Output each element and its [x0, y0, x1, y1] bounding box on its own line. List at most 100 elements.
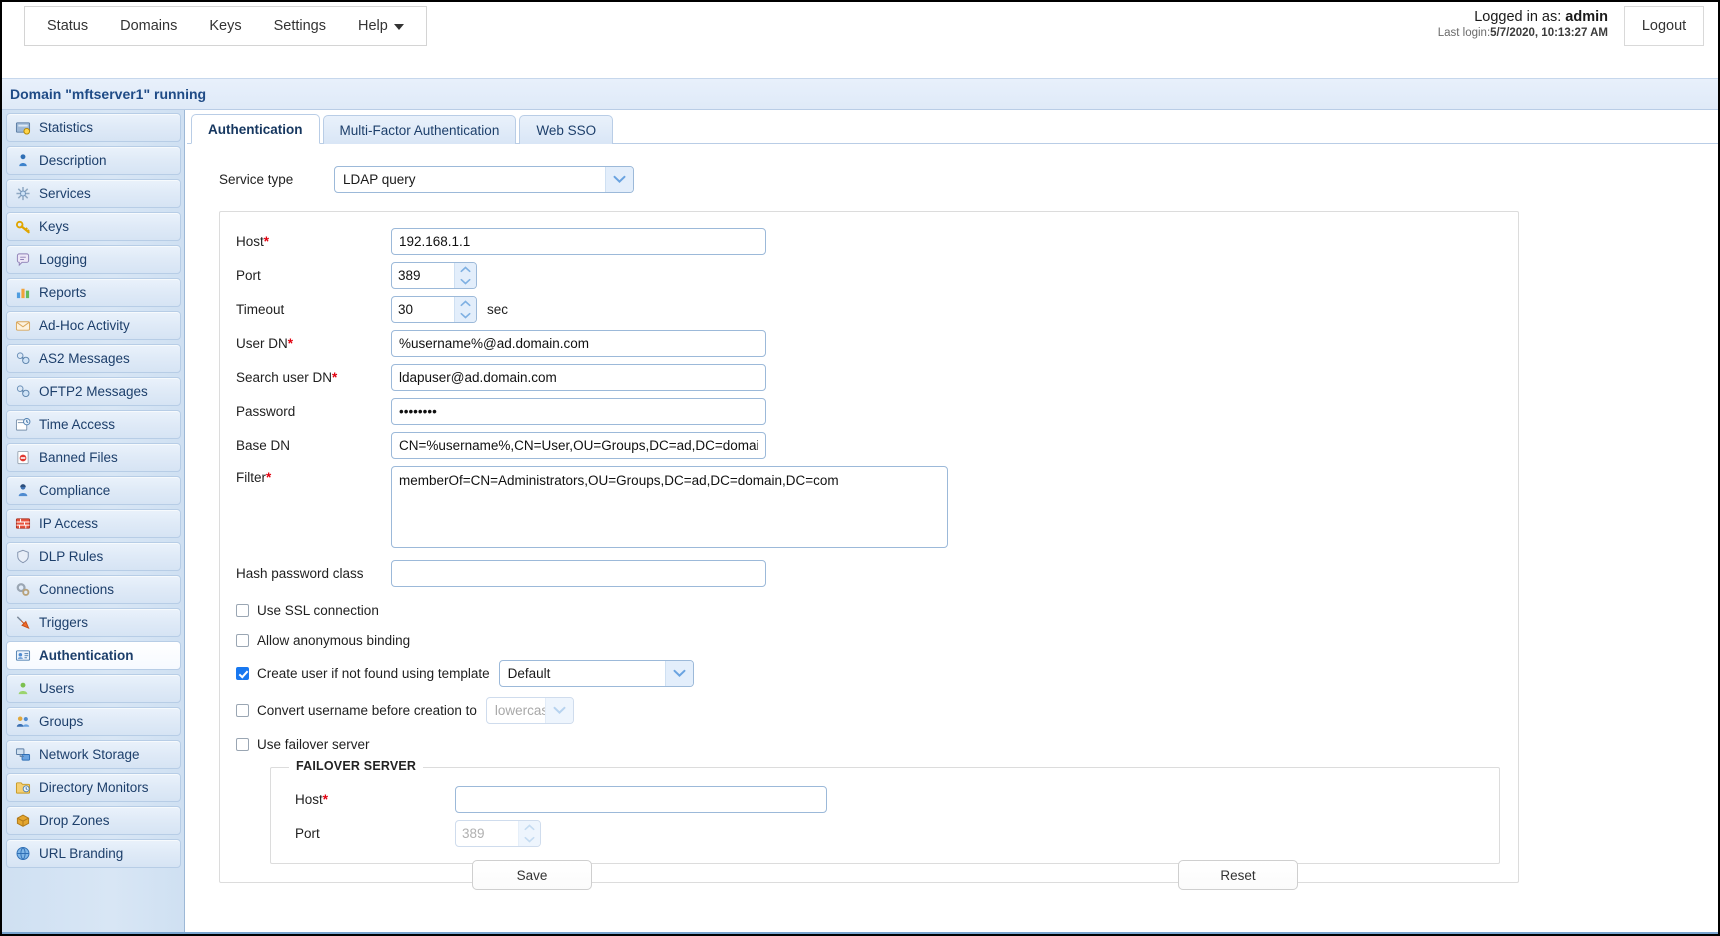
use-failover-checkbox[interactable]: [236, 737, 249, 751]
sidebar-item-keys[interactable]: Keys: [6, 212, 181, 241]
failover-port-label: Port: [295, 826, 320, 841]
sidebar-item-users[interactable]: Users: [6, 674, 181, 703]
tab-authentication[interactable]: Authentication: [191, 114, 320, 144]
stepper-up-icon[interactable]: [455, 297, 476, 310]
sidebar-item-label: Description: [39, 153, 107, 168]
top-bar: Status Domains Keys Settings Help Logged in …: [2, 2, 1718, 78]
logout-button[interactable]: Logout: [1624, 6, 1704, 46]
host-label: Host*: [236, 234, 391, 249]
sidebar-item-groups[interactable]: Groups: [6, 707, 181, 736]
main-menu-bar: Status Domains Keys Settings Help: [24, 6, 427, 46]
stepper-down-icon[interactable]: [455, 310, 476, 323]
use-failover-label: Use failover server: [257, 736, 370, 752]
stepper-down-icon[interactable]: [519, 834, 540, 847]
sidebar-item-ad-hoc-activity[interactable]: Ad-Hoc Activity: [6, 311, 181, 340]
base-dn-input[interactable]: [391, 432, 766, 459]
sidebar-item-label: Reports: [39, 285, 87, 300]
create-user-template-select[interactable]: Default: [498, 660, 694, 687]
sidebar-item-reports[interactable]: Reports: [6, 278, 181, 307]
required-marker: *: [263, 234, 270, 249]
tab-multi-factor-authentication[interactable]: Multi-Factor Authentication: [322, 115, 517, 144]
stepper-up-icon[interactable]: [519, 821, 540, 834]
filter-row: Filter* memberOf=CN=Administrators,OU=Gr…: [220, 466, 1518, 548]
password-input[interactable]: [391, 398, 766, 425]
menu-item-domains[interactable]: Domains: [104, 12, 193, 40]
failover-host-input[interactable]: [455, 786, 827, 813]
filter-textarea[interactable]: memberOf=CN=Administrators,OU=Groups,DC=…: [391, 466, 948, 548]
required-marker: *: [322, 792, 329, 807]
sidebar-item-drop-zones[interactable]: Drop Zones: [6, 806, 181, 835]
required-marker: *: [287, 336, 294, 351]
sidebar-item-ip-access[interactable]: IP Access: [6, 509, 181, 538]
failover-port-row: Port: [271, 820, 1499, 847]
failover-port-stepper-buttons[interactable]: [518, 821, 540, 846]
convert-username-case-select[interactable]: lowercase: [485, 697, 574, 724]
sidebar-item-connections[interactable]: Connections: [6, 575, 181, 604]
sidebar-item-network-storage[interactable]: Network Storage: [6, 740, 181, 769]
sidebar-item-compliance[interactable]: Compliance: [6, 476, 181, 505]
sidebar-item-statistics[interactable]: Statistics: [6, 113, 181, 142]
as2-messages-icon: [15, 351, 32, 366]
tab-web-sso[interactable]: Web SSO: [519, 115, 614, 144]
sidebar-item-url-branding[interactable]: URL Branding: [6, 839, 181, 868]
host-input[interactable]: [391, 228, 766, 255]
user-dn-input[interactable]: [391, 330, 766, 357]
sidebar-item-description[interactable]: Description: [6, 146, 181, 175]
menu-item-help[interactable]: Help: [342, 12, 420, 40]
port-input[interactable]: [392, 263, 454, 288]
host-label-text: Host: [236, 234, 264, 249]
use-ssl-label: Use SSL connection: [257, 602, 379, 618]
convert-username-row: Convert username before creation to lowe…: [220, 696, 1518, 725]
sidebar-item-banned-files[interactable]: Banned Files: [6, 443, 181, 472]
sidebar-item-label: Compliance: [39, 483, 111, 498]
sidebar-item-label: DLP Rules: [39, 549, 104, 564]
menu-item-status[interactable]: Status: [31, 12, 104, 40]
reset-button[interactable]: Reset: [1178, 860, 1298, 890]
stepper-up-icon[interactable]: [455, 263, 476, 276]
sidebar-item-label: Groups: [39, 714, 84, 729]
sidebar-item-triggers[interactable]: Triggers: [6, 608, 181, 637]
search-user-dn-input[interactable]: [391, 364, 766, 391]
save-button[interactable]: Save: [472, 860, 592, 890]
failover-host-label-text: Host: [295, 792, 323, 807]
ldap-settings-box: Host* Port T: [219, 211, 1519, 890]
convert-username-checkbox[interactable]: [236, 704, 249, 717]
use-failover-row: Use failover server: [220, 733, 1518, 755]
sidebar-item-label: Ad-Hoc Activity: [39, 318, 130, 333]
menu-item-keys[interactable]: Keys: [193, 12, 257, 40]
sidebar-item-label: Users: [39, 681, 75, 696]
timeout-stepper-buttons[interactable]: [454, 297, 476, 322]
hash-password-class-input[interactable]: [391, 560, 766, 587]
failover-port-stepper[interactable]: [455, 820, 541, 847]
sidebar-item-authentication[interactable]: Authentication: [6, 641, 181, 670]
triggers-icon: [15, 615, 32, 630]
create-user-checkbox[interactable]: [236, 667, 249, 680]
hash-password-class-label: Hash password class: [236, 566, 364, 581]
stepper-down-icon[interactable]: [455, 276, 476, 289]
service-type-select[interactable]: LDAP query: [334, 166, 634, 193]
sidebar-item-oftp2-messages[interactable]: OFTP2 Messages: [6, 377, 181, 406]
sidebar-item-logging[interactable]: Logging: [6, 245, 181, 274]
port-stepper-buttons[interactable]: [454, 263, 476, 288]
sidebar-item-directory-monitors[interactable]: Directory Monitors: [6, 773, 181, 802]
port-stepper[interactable]: [391, 262, 477, 289]
timeout-input[interactable]: [392, 297, 454, 322]
search-user-dn-row: Search user DN*: [220, 364, 1518, 391]
user-dn-label: User DN*: [236, 336, 391, 351]
sidebar-item-services[interactable]: Services: [6, 179, 181, 208]
create-user-label: Create user if not found using template: [257, 666, 490, 681]
sidebar-item-dlp-rules[interactable]: DLP Rules: [6, 542, 181, 571]
search-user-dn-label: Search user DN*: [236, 370, 391, 385]
port-label: Port: [236, 268, 261, 283]
allow-anonymous-checkbox[interactable]: [236, 633, 249, 647]
failover-port-input[interactable]: [456, 821, 518, 846]
sidebar-item-time-access[interactable]: Time Access: [6, 410, 181, 439]
menu-item-settings[interactable]: Settings: [258, 12, 342, 40]
user-dn-label-text: User DN: [236, 336, 288, 351]
sidebar-item-as2-messages[interactable]: AS2 Messages: [6, 344, 181, 373]
chevron-down-icon: [544, 698, 573, 723]
use-ssl-checkbox[interactable]: [236, 603, 249, 617]
last-login-label: Last login:: [1437, 27, 1491, 40]
timeout-stepper[interactable]: [391, 296, 477, 323]
domain-status-text: Domain "mftserver1" running: [10, 86, 207, 102]
